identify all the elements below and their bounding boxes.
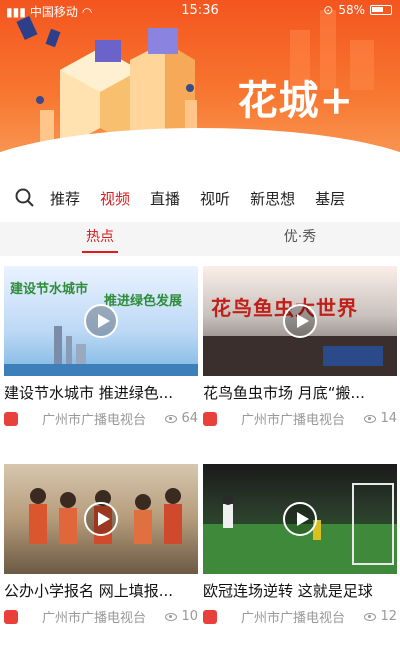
status-bar: ▮▮▮ 中国移动 ◠ 15:36 ⊙ 58%	[0, 0, 400, 20]
video-title[interactable]: 公办小学报名 网上填报...	[4, 580, 198, 601]
view-count: 12	[380, 609, 397, 624]
tab-audiovisual[interactable]: 视听	[200, 188, 230, 209]
video-source: 广州市广播电视台	[241, 611, 346, 626]
video-title[interactable]: 花鸟鱼虫市场 月底“搬...	[203, 382, 397, 403]
video-thumbnail[interactable]: 建设节水城市 推进绿色发展	[4, 266, 198, 376]
play-icon[interactable]	[283, 304, 317, 338]
video-thumbnail[interactable]: 花鸟鱼虫大世界	[203, 266, 397, 376]
video-source: 广州市广播电视台	[241, 413, 346, 428]
video-source: 广州市广播电视台	[42, 413, 147, 428]
tab-new-thought[interactable]: 新思想	[250, 188, 295, 209]
top-nav: 推荐 视频 直播 视听 新思想 基层	[0, 180, 400, 216]
video-card[interactable]: 公办小学报名 网上填报... 广州市广播电视台 10	[4, 464, 198, 626]
play-icon[interactable]	[283, 502, 317, 536]
subtab-hot-label: 热点	[86, 229, 114, 245]
play-icon[interactable]	[84, 502, 118, 536]
tab-grassroots[interactable]: 基层	[315, 188, 345, 209]
active-indicator	[82, 251, 118, 253]
battery-icon	[370, 5, 392, 15]
eye-icon	[364, 414, 377, 423]
search-icon	[15, 188, 34, 207]
video-meta: 广州市广播电视台 64	[4, 409, 198, 428]
video-card[interactable]: 花鸟鱼虫大世界 花鸟鱼虫市场 月底“搬... 广州市广播电视台 14	[203, 266, 397, 428]
video-meta: 广州市广播电视台 12	[203, 607, 397, 626]
eye-icon	[364, 612, 377, 621]
alarm-icon: ⊙	[323, 3, 334, 17]
tab-video[interactable]: 视频	[100, 188, 130, 209]
subtab-excellent-label: 优·秀	[283, 229, 317, 245]
brand-title: 花城+	[237, 77, 354, 124]
channel-logo-icon	[4, 411, 18, 426]
video-card[interactable]: 欧冠连场逆转 这就是足球 广州市广播电视台 12	[203, 464, 397, 626]
video-meta: 广州市广播电视台 14	[203, 409, 397, 428]
eye-icon	[165, 414, 178, 423]
video-title[interactable]: 欧冠连场逆转 这就是足球	[203, 580, 397, 601]
battery-percent: 58%	[338, 3, 365, 17]
header-banner: ▮▮▮ 中国移动 ◠ 15:36 ⊙ 58% 花城+	[0, 0, 400, 172]
tab-recommend[interactable]: 推荐	[50, 188, 80, 209]
channel-logo-icon	[4, 609, 18, 624]
subtab-hot[interactable]: 热点	[0, 222, 200, 256]
view-count: 64	[181, 411, 198, 426]
app-screen: ▮▮▮ 中国移动 ◠ 15:36 ⊙ 58% 花城+ 推荐 视频 直播 视听 新…	[0, 0, 400, 660]
video-card[interactable]: 建设节水城市 推进绿色发展 建设节水城市 推进绿色... 广州市广播电视台 64	[4, 266, 198, 428]
video-thumbnail[interactable]	[203, 464, 397, 574]
view-count: 10	[181, 609, 198, 624]
eye-icon	[165, 612, 178, 621]
video-title[interactable]: 建设节水城市 推进绿色...	[4, 382, 198, 403]
tab-live[interactable]: 直播	[150, 188, 180, 209]
channel-logo-icon	[203, 411, 217, 426]
sub-tabs: 热点 优·秀	[0, 222, 400, 256]
video-meta: 广州市广播电视台 10	[4, 607, 198, 626]
video-thumbnail[interactable]	[4, 464, 198, 574]
channel-logo-icon	[203, 609, 217, 624]
subtab-excellent[interactable]: 优·秀	[200, 222, 400, 256]
search-button[interactable]	[0, 188, 50, 208]
play-icon[interactable]	[84, 304, 118, 338]
video-source: 广州市广播电视台	[42, 611, 147, 626]
view-count: 14	[380, 411, 397, 426]
